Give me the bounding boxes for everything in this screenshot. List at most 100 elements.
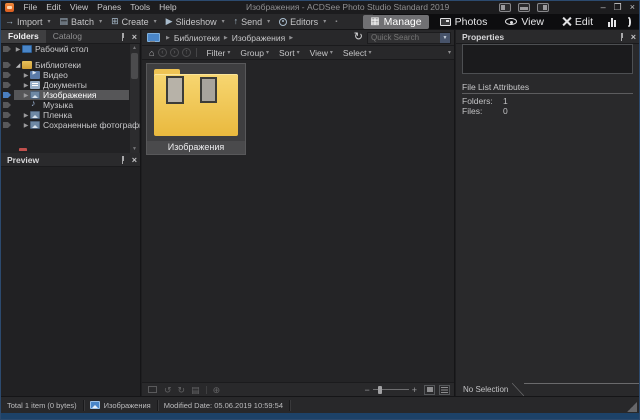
send-button[interactable]: ↑ Send [234, 17, 271, 27]
easy-select-indicator[interactable] [3, 82, 11, 88]
close-icon[interactable]: × [132, 32, 137, 41]
menu-panes[interactable]: Panes [93, 1, 126, 14]
easy-select-indicator[interactable] [3, 46, 11, 52]
menu-file[interactable]: File [19, 1, 42, 14]
import-button[interactable]: → Import [5, 17, 51, 27]
create-button[interactable]: ⊞ Create [111, 17, 157, 27]
forward-icon[interactable]: › [169, 48, 179, 57]
window-title: Изображения - ACDSee Photo Studio Standa… [246, 2, 450, 12]
documents-icon [30, 81, 40, 89]
easy-select-indicator[interactable] [3, 112, 11, 118]
scrollbar-thumb[interactable] [131, 53, 138, 79]
filter-menu[interactable]: Filter [201, 48, 235, 58]
tree-item-label: Документы [43, 80, 87, 90]
preview-toggle-icon[interactable] [148, 386, 157, 393]
close-icon[interactable]: × [132, 155, 137, 164]
menu-view[interactable]: View [65, 1, 92, 14]
detail-view-icon[interactable] [439, 384, 450, 395]
pin-icon[interactable] [618, 32, 625, 41]
acdsee-logo-icon[interactable] [5, 3, 14, 12]
tree-item[interactable]: ◢ Библиотеки [1, 60, 140, 70]
bar-chart-icon[interactable] [604, 17, 620, 27]
easy-select-indicator[interactable] [3, 92, 11, 98]
file-list[interactable]: Изображения [142, 60, 454, 382]
easy-select-indicator[interactable] [3, 102, 11, 108]
toggle-bottom-panel-icon[interactable] [518, 3, 530, 12]
menu-help[interactable]: Help [155, 1, 181, 14]
easy-select-indicator[interactable] [3, 62, 11, 68]
mode-manage-button[interactable]: ▦ Manage [363, 14, 429, 29]
breadcrumb-pictures[interactable]: Изображения [232, 33, 285, 43]
expand-arrow-icon[interactable]: ▶ [22, 122, 30, 129]
expand-arrow-icon[interactable]: ▶ [22, 92, 30, 99]
close-button[interactable]: × [630, 1, 635, 14]
home-icon[interactable]: ⌂ [147, 48, 156, 58]
tree-item-selected[interactable]: ▶ Изображения [1, 90, 140, 100]
toggle-right-panel-icon[interactable] [537, 3, 549, 12]
batch-button[interactable]: ▤ Batch [60, 17, 103, 27]
back-icon[interactable]: ‹ [157, 48, 167, 57]
rotate-left-icon[interactable]: ↺ [161, 384, 175, 396]
up-icon[interactable]: ↑ [181, 48, 191, 57]
no-selection-tab[interactable]: No Selection [456, 383, 512, 396]
sort-menu[interactable]: Sort [274, 48, 305, 58]
tree-item[interactable]: ▶ Видео [1, 70, 140, 80]
zoom-in-icon[interactable]: + [409, 385, 420, 395]
collapse-arrow-icon[interactable]: ◢ [14, 62, 22, 69]
minimize-button[interactable]: – [601, 1, 606, 14]
tab-folders[interactable]: Folders [1, 30, 46, 43]
close-icon[interactable]: × [631, 32, 636, 41]
toggle-left-panel-icon[interactable] [499, 3, 511, 12]
expand-arrow-icon[interactable]: ▶ [22, 72, 30, 79]
zoom-slider[interactable] [372, 385, 409, 394]
view-menu[interactable]: View [305, 48, 338, 58]
tab-catalog[interactable]: Catalog [46, 30, 89, 43]
copy-icon[interactable]: ▤ [188, 384, 203, 396]
breadcrumb-separator-icon[interactable]: ▶ [285, 35, 297, 41]
tree-item-label: Музыка [43, 100, 74, 110]
editors-button[interactable]: Editors [279, 17, 326, 27]
menu-edit[interactable]: Edit [42, 1, 66, 14]
menu-tools[interactable]: Tools [126, 1, 155, 14]
expand-arrow-icon[interactable]: ▶ [22, 112, 30, 119]
refresh-icon[interactable]: ↻ [350, 32, 367, 43]
folders-count-label: Folders: [462, 96, 493, 106]
thumbnail-view-icon[interactable] [424, 384, 435, 395]
tree-item[interactable]: ▶ Рабочий стол [1, 44, 140, 54]
zoom-slider-thumb[interactable] [377, 385, 382, 394]
mode-edit-button[interactable]: Edit [555, 15, 600, 29]
pin-icon[interactable] [119, 155, 126, 164]
mode-view-button[interactable]: View [498, 15, 551, 29]
tree-item[interactable]: ▶ Сохраненные фотографии [1, 120, 140, 130]
search-dropdown-icon[interactable]: ▼ [440, 32, 450, 43]
properties-panel-title: Properties [462, 31, 505, 42]
filterbar-overflow-icon[interactable]: ▾ [448, 49, 454, 56]
sync-icon[interactable]: ⊕ [210, 384, 224, 396]
layout-toggles [499, 3, 549, 12]
slideshow-button[interactable]: ▶ Slideshow [166, 17, 225, 27]
computer-icon[interactable] [147, 33, 160, 42]
maximize-button[interactable]: ❐ [614, 1, 622, 14]
acdsee-365-icon[interactable] [627, 16, 631, 27]
expand-arrow-icon[interactable]: ▶ [14, 46, 22, 53]
tree-item[interactable]: ▶ Документы [1, 80, 140, 90]
easy-select-indicator[interactable] [3, 72, 11, 78]
expand-arrow-icon[interactable]: ▶ [22, 82, 30, 89]
quick-search-input[interactable] [368, 32, 440, 43]
scroll-up-icon[interactable]: ▲ [130, 44, 139, 52]
pin-icon[interactable] [119, 32, 126, 41]
scroll-down-icon[interactable]: ▼ [130, 145, 139, 153]
mode-photos-button[interactable]: Photos [433, 15, 495, 29]
easy-select-indicator[interactable] [3, 122, 11, 128]
zoom-out-icon[interactable]: − [361, 385, 372, 395]
toolbar-overflow-icon[interactable]: ▪ [335, 19, 337, 25]
tree-item[interactable]: ▶ Музыка [1, 98, 140, 110]
breadcrumb-libraries[interactable]: Библиотеки [174, 33, 220, 43]
rotate-right-icon[interactable]: ↻ [175, 384, 189, 396]
folder-thumbnail-selected[interactable]: Изображения [146, 63, 246, 155]
group-menu[interactable]: Group [235, 48, 274, 58]
resize-grip[interactable] [627, 402, 637, 412]
tree-item[interactable]: ▶ Пленка [1, 110, 140, 120]
select-menu[interactable]: Select [338, 48, 377, 58]
tree-scrollbar[interactable]: ▲ ▼ [130, 44, 139, 153]
